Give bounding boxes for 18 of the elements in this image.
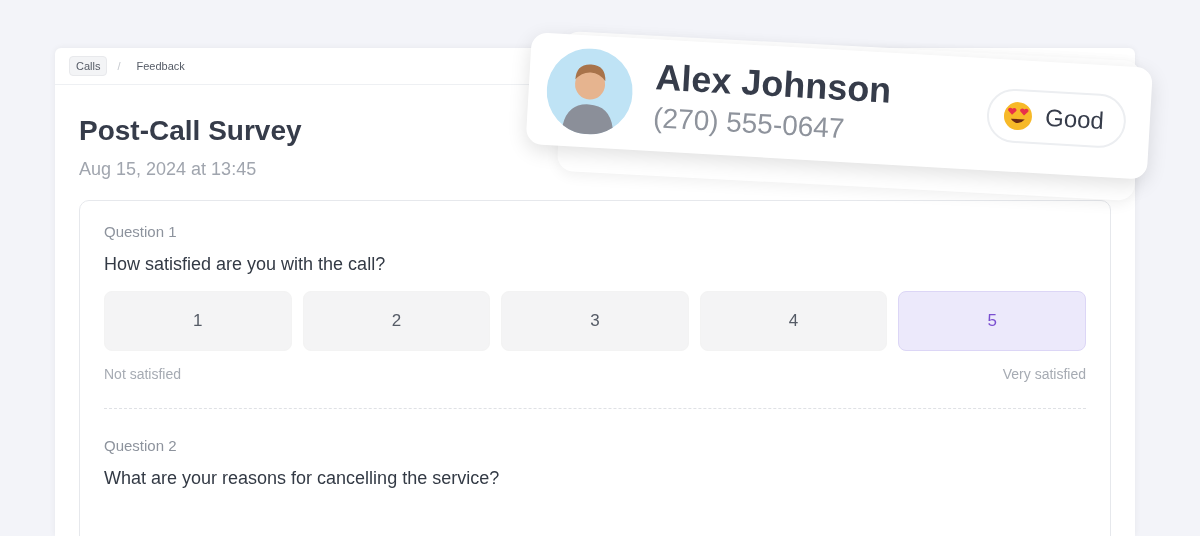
heart-eyes-emoji-icon	[1002, 100, 1035, 132]
rating-option[interactable]: 1	[104, 291, 292, 351]
question-text: How satisfied are you with the call?	[104, 254, 387, 275]
breadcrumb-separator: /	[117, 60, 121, 72]
date-text: Aug 15, 2024 at 13:45	[79, 159, 257, 180]
question-label: Question 2	[104, 437, 178, 454]
scale-min-label: Not satisfied	[104, 366, 182, 382]
rating-option[interactable]: 5	[898, 291, 1086, 351]
page-title: Post-Call Survey	[79, 115, 302, 147]
scale-max-label: Very satisfied	[1002, 366, 1086, 382]
question-label: Question 1	[104, 223, 178, 240]
breadcrumb-link[interactable]: Feedback	[130, 57, 191, 75]
rating-option[interactable]: 3	[501, 291, 689, 351]
rating-option[interactable]: 2	[302, 291, 491, 351]
rating-option[interactable]: 4	[699, 291, 888, 351]
question-text: What are your reasons for cancelling the service?	[104, 468, 501, 489]
phone-number: (270) 555-0647	[652, 102, 846, 147]
breadcrumb-link[interactable]: Calls	[69, 56, 108, 76]
